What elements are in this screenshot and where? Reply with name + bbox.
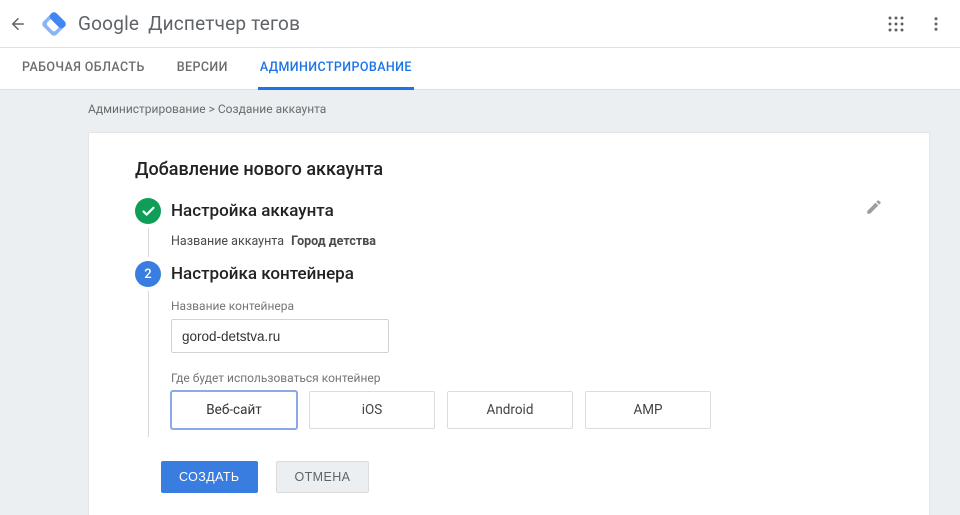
step-account: Настройка аккаунта Название аккаунта Гор… — [125, 198, 883, 261]
check-icon — [141, 204, 156, 219]
gtm-logo-icon — [40, 10, 68, 38]
product-word: Google — [78, 12, 139, 35]
step-number-badge: 2 — [135, 261, 161, 287]
cancel-button[interactable]: ОТМЕНА — [276, 461, 370, 493]
platform-amp[interactable]: AMP — [585, 391, 711, 429]
step-connector — [148, 228, 149, 257]
step-done-badge — [135, 198, 161, 224]
form-actions: СОЗДАТЬ ОТМЕНА — [161, 461, 883, 493]
account-label: Название аккаунта — [171, 234, 284, 249]
step1-title: Настройка аккаунта — [171, 198, 883, 224]
platform-options: Веб-сайт iOS Android AMP — [171, 391, 883, 429]
apps-grid-icon — [887, 15, 905, 33]
main-tabs: РАБОЧАЯ ОБЛАСТЬ ВЕРСИИ АДМИНИСТРИРОВАНИЕ — [0, 48, 960, 90]
create-account-card: Добавление нового аккаунта Настройка акк… — [88, 132, 930, 515]
card-title: Добавление нового аккаунта — [135, 159, 883, 180]
platform-ios[interactable]: iOS — [309, 391, 435, 429]
tab-admin[interactable]: АДМИНИСТРИРОВАНИЕ — [258, 60, 414, 90]
account-value: Город детства — [291, 234, 376, 249]
step2-title: Настройка контейнера — [171, 261, 883, 287]
apps-button[interactable] — [882, 10, 910, 38]
arrow-left-icon — [9, 15, 27, 33]
more-vert-icon — [927, 15, 945, 33]
stepper: Настройка аккаунта Название аккаунта Гор… — [125, 198, 883, 441]
top-actions — [882, 10, 950, 38]
create-button[interactable]: СОЗДАТЬ — [161, 461, 258, 493]
breadcrumb: Администрирование > Создание аккаунта — [0, 90, 960, 126]
platform-label: Где будет использоваться контейнер — [171, 371, 883, 385]
tab-workspace[interactable]: РАБОЧАЯ ОБЛАСТЬ — [20, 60, 147, 90]
back-button[interactable] — [4, 10, 32, 38]
container-name-input[interactable] — [171, 319, 389, 353]
step-container: 2 Настройка контейнера Название контейне… — [125, 261, 883, 441]
page-body: Администрирование > Создание аккаунта До… — [0, 90, 960, 515]
edit-account-button[interactable] — [865, 198, 883, 216]
more-button[interactable] — [922, 10, 950, 38]
tab-versions[interactable]: ВЕРСИИ — [175, 60, 230, 90]
step-connector — [148, 291, 149, 437]
pencil-icon — [865, 198, 883, 216]
platform-android[interactable]: Android — [447, 391, 573, 429]
platform-web[interactable]: Веб-сайт — [171, 391, 297, 429]
product-sub: Диспетчер тегов — [148, 12, 300, 35]
product-brand: Google Диспетчер тегов — [40, 10, 300, 38]
top-bar: Google Диспетчер тегов — [0, 0, 960, 48]
container-name-label: Название контейнера — [171, 299, 883, 313]
product-name: Google Диспетчер тегов — [78, 12, 300, 35]
account-summary: Название аккаунта Город детства — [171, 234, 883, 249]
